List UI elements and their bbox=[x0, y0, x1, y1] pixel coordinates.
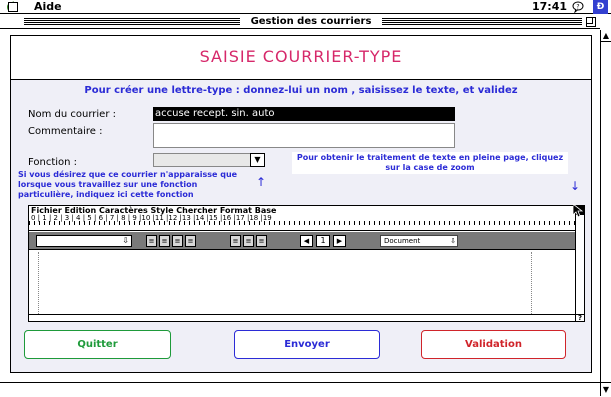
spacing-single-icon[interactable]: ≡ bbox=[230, 235, 241, 247]
title-stripes-left bbox=[24, 18, 240, 26]
balloon-help-icon[interactable]: ? bbox=[572, 1, 584, 14]
spacing-double-icon[interactable]: ≡ bbox=[243, 235, 254, 247]
application-icon[interactable]: Ð bbox=[593, 0, 608, 14]
editor-help-button[interactable]: ? bbox=[575, 314, 584, 322]
fonction-select[interactable] bbox=[153, 153, 265, 167]
commentaire-field[interactable] bbox=[153, 123, 455, 148]
scroll-up-arrow-icon[interactable]: ▲ bbox=[600, 30, 611, 42]
right-margin-guide bbox=[531, 252, 532, 314]
align-left-icon[interactable]: ≡ bbox=[146, 235, 157, 247]
editor-vertical-scrollbar[interactable] bbox=[575, 215, 584, 314]
chevron-down-icon[interactable]: ⇩ bbox=[448, 235, 458, 247]
align-right-icon[interactable]: ≡ bbox=[172, 235, 183, 247]
nom-courrier-field[interactable]: accuse recept. sin. auto bbox=[153, 107, 455, 121]
svg-text:?: ? bbox=[576, 4, 579, 11]
chevron-down-icon[interactable]: ▼ bbox=[250, 153, 265, 167]
size-field[interactable]: 1 bbox=[316, 235, 330, 247]
zoom-help-text: Pour obtenir le traitement de texte en p… bbox=[292, 152, 568, 174]
mouse-pointer-icon bbox=[572, 203, 584, 218]
fonction-help-text: Si vous désirez que ce courrier n'appara… bbox=[18, 170, 238, 199]
commentaire-label: Commentaire : bbox=[28, 126, 103, 137]
menu-aide[interactable]: Aide bbox=[34, 0, 62, 14]
editor-text-area[interactable] bbox=[29, 251, 575, 314]
align-justify-icon[interactable]: ≡ bbox=[185, 235, 196, 247]
editor-horizontal-scrollbar[interactable] bbox=[29, 314, 575, 321]
size-increase-icon[interactable]: ▶ bbox=[333, 235, 346, 247]
validation-button[interactable]: Validation bbox=[421, 330, 566, 359]
close-box-icon[interactable] bbox=[8, 2, 18, 12]
menubar-clock: 17:41 bbox=[532, 0, 568, 13]
title-stripes-right bbox=[382, 18, 582, 26]
arrow-up-icon: ↑ bbox=[256, 175, 267, 189]
nom-courrier-label: Nom du courrier : bbox=[28, 109, 116, 120]
scroll-down-arrow-icon[interactable]: ▼ bbox=[600, 382, 611, 396]
window-title: Gestion des courriers bbox=[250, 16, 372, 27]
envoyer-button[interactable]: Envoyer bbox=[234, 330, 380, 359]
window-vertical-scrollbar[interactable] bbox=[600, 30, 611, 396]
left-margin-guide bbox=[38, 252, 39, 314]
form-instruction: Pour créer une lettre-type : donnez-lui … bbox=[84, 85, 518, 96]
menu-bar bbox=[0, 0, 611, 14]
zoom-box-icon[interactable] bbox=[586, 17, 596, 27]
window-horizontal-scrollbar[interactable] bbox=[0, 382, 600, 396]
align-center-icon[interactable]: ≡ bbox=[159, 235, 170, 247]
form-title: SAISIE COURRIER-TYPE bbox=[199, 47, 403, 66]
fonction-label: Fonction : bbox=[28, 157, 78, 168]
ruler-numbers: 0 | 1 | 2 | 3 | 4 | 5 | 6 | 7 | 8 | 9 |1… bbox=[31, 214, 272, 222]
document-popup[interactable]: Document bbox=[380, 235, 458, 247]
arrow-down-icon: ↓ bbox=[570, 179, 581, 193]
size-decrease-icon[interactable]: ◀ bbox=[300, 235, 313, 247]
quitter-button[interactable]: Quitter bbox=[24, 330, 171, 359]
spacing-triple-icon[interactable]: ≡ bbox=[256, 235, 267, 247]
style-popup[interactable]: ⇩ bbox=[36, 235, 132, 247]
